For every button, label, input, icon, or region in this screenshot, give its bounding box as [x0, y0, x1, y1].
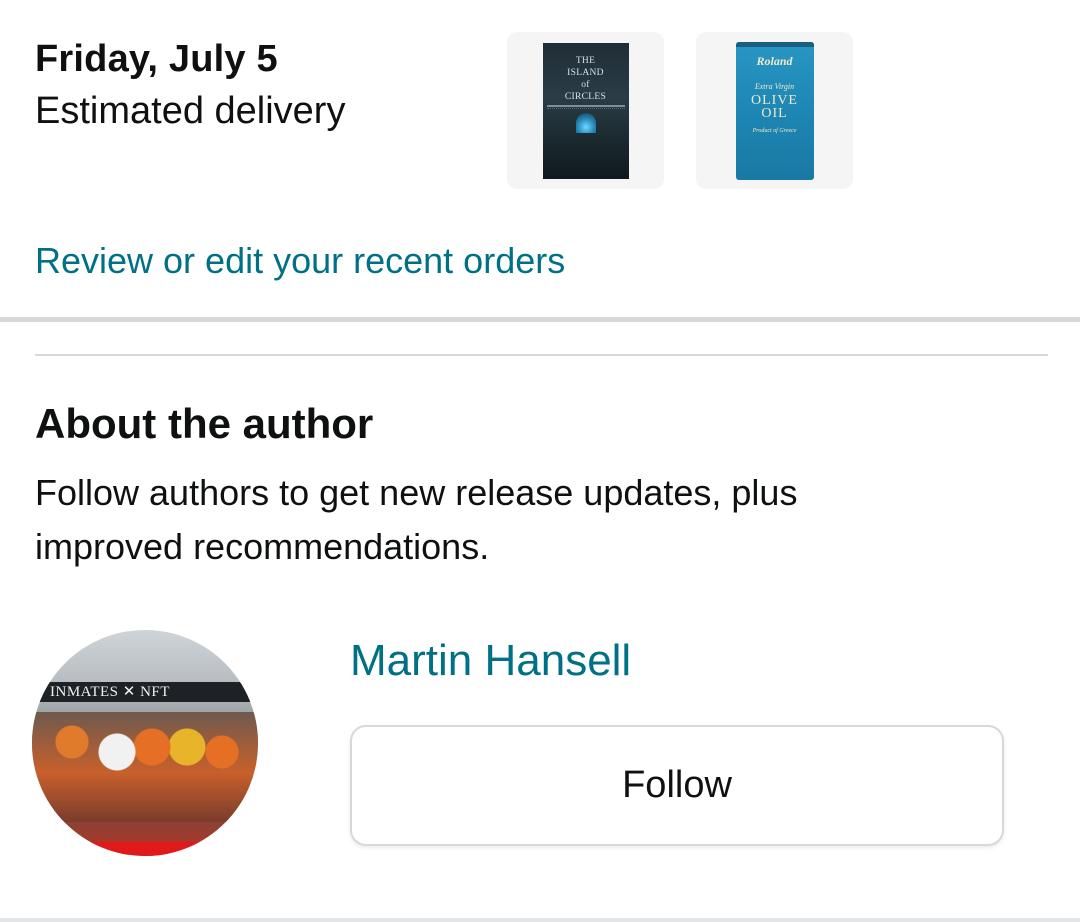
book-cover-title: THE ISLAND of CIRCLES [564, 55, 607, 102]
olive-oil-can-image: Roland Extra Virgin OLIVE OIL Product of… [735, 41, 814, 180]
book-cover-wall-graphic [546, 104, 625, 109]
avatar-floor-graphic [32, 842, 258, 856]
about-author-description: Follow authors to get new release update… [35, 472, 798, 567]
author-avatar[interactable]: INMATES ✕ NFT [32, 630, 258, 856]
avatar-crowd-graphic [32, 712, 258, 822]
bottom-divider [0, 918, 1080, 922]
oil-brand-label: Roland [756, 53, 793, 68]
delivery-date: Friday, July 5 [35, 38, 278, 80]
order-item-book-thumbnail[interactable]: THE ISLAND of CIRCLES [507, 32, 664, 189]
oil-subtitle-label: Extra Virgin [754, 81, 795, 91]
order-and-author-page: Friday, July 5 Estimated delivery THE IS… [0, 0, 1080, 922]
content-divider [35, 354, 1048, 356]
author-name-link[interactable]: Martin Hansell [350, 636, 631, 686]
book-cover-image: THE ISLAND of CIRCLES [542, 42, 629, 179]
review-orders-link[interactable]: Review or edit your recent orders [35, 240, 565, 282]
follow-button[interactable]: Follow [350, 725, 1004, 846]
avatar-banner-text: INMATES ✕ NFT [32, 682, 258, 702]
order-item-olive-oil-thumbnail[interactable]: Roland Extra Virgin OLIVE OIL Product of… [696, 32, 853, 189]
book-cover-portal-graphic [575, 112, 596, 133]
delivery-label: Estimated delivery [35, 90, 346, 132]
oil-origin-label: Product of Greece [752, 127, 797, 134]
about-author-heading: About the author [35, 400, 374, 447]
section-divider [0, 317, 1080, 322]
oil-product-name: OLIVE OIL [751, 92, 798, 121]
